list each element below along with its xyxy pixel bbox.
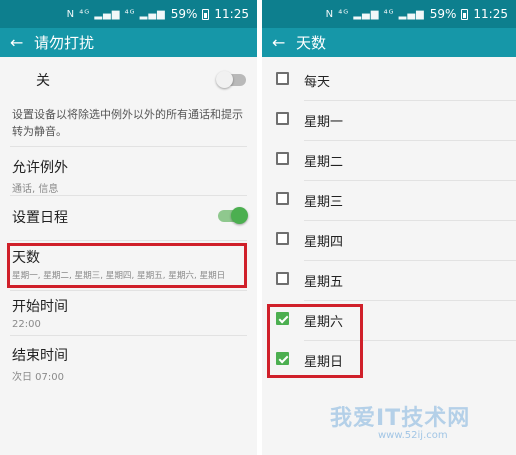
right-screen: N ⁴ᴳ ▂▄▆ ⁴ᴳ ▂▄▆ 59% 11:25 ← 天数 每天 星期一 星期…	[262, 0, 516, 455]
checkbox[interactable]	[276, 232, 289, 245]
day-option-everyday[interactable]: 每天	[262, 61, 516, 101]
left-screen: N ⁴ᴳ ▂▄▆ ⁴ᴳ ▂▄▆ 59% 11:25 ← 请勿打扰 关 设置设备以…	[0, 0, 257, 455]
app-bar: ← 天数	[262, 28, 516, 57]
day-option-monday[interactable]: 星期一	[262, 101, 516, 141]
master-switch-row[interactable]: 关	[36, 70, 245, 90]
end-time-title: 结束时间	[12, 348, 68, 364]
clock: 11:25	[214, 7, 249, 21]
toggle-knob	[231, 207, 248, 224]
divider	[10, 335, 247, 336]
off-label: 关	[36, 73, 50, 89]
divider	[10, 146, 247, 147]
start-time-value: 22:00	[12, 319, 41, 330]
checkbox[interactable]	[276, 72, 289, 85]
allow-exceptions-summary: 通话, 信息	[12, 184, 59, 195]
description-text: 设置设备以将除选中例外以外的所有通话和提示转为静音。	[12, 108, 243, 138]
allow-exceptions-item[interactable]: 允许例外 通话, 信息	[12, 157, 245, 195]
day-label: 星期二	[304, 155, 344, 170]
battery-percent: 59%	[170, 7, 198, 21]
signal-icons: N ⁴ᴳ ▂▄▆ ⁴ᴳ ▂▄▆	[325, 8, 425, 20]
back-arrow-icon[interactable]: ←	[10, 33, 34, 52]
watermark-text: 我爱IT技术网	[330, 406, 471, 431]
start-time-item[interactable]: 开始时间 22:00	[12, 296, 245, 330]
back-arrow-icon[interactable]: ←	[272, 33, 296, 52]
page-title: 天数	[296, 34, 327, 52]
highlight-box-days	[7, 243, 247, 288]
divider	[10, 195, 247, 196]
day-option-thursday[interactable]: 星期四	[262, 221, 516, 261]
checkbox[interactable]	[276, 152, 289, 165]
checkbox[interactable]	[276, 112, 289, 125]
clock: 11:25	[473, 7, 508, 21]
end-time-value: 次日 07:00	[12, 372, 64, 383]
dnd-toggle[interactable]	[216, 71, 246, 88]
watermark-url: www.52ij.com	[378, 430, 448, 441]
status-bar: N ⁴ᴳ ▂▄▆ ⁴ᴳ ▂▄▆ 59% 11:25	[262, 0, 516, 28]
set-schedule-item[interactable]: 设置日程	[12, 207, 245, 227]
battery-icon	[461, 8, 469, 20]
day-label: 星期四	[304, 235, 344, 250]
checkbox[interactable]	[276, 272, 289, 285]
divider	[10, 290, 247, 291]
divider	[10, 240, 247, 241]
day-label: 每天	[304, 75, 331, 90]
day-option-tuesday[interactable]: 星期二	[262, 141, 516, 181]
day-label: 星期一	[304, 115, 344, 130]
end-time-item[interactable]: 结束时间 次日 07:00	[12, 345, 245, 383]
day-option-wednesday[interactable]: 星期三	[262, 181, 516, 221]
schedule-toggle[interactable]	[218, 207, 248, 224]
battery-percent: 59%	[429, 7, 457, 21]
signal-icons: N ⁴ᴳ ▂▄▆ ⁴ᴳ ▂▄▆	[66, 8, 166, 20]
day-label: 星期五	[304, 275, 344, 290]
app-bar: ← 请勿打扰	[0, 28, 257, 57]
status-bar: N ⁴ᴳ ▂▄▆ ⁴ᴳ ▂▄▆ 59% 11:25	[0, 0, 257, 28]
set-schedule-title: 设置日程	[12, 210, 68, 226]
allow-exceptions-title: 允许例外	[12, 160, 68, 176]
battery-icon	[202, 8, 210, 20]
day-option-friday[interactable]: 星期五	[262, 261, 516, 301]
checkbox[interactable]	[276, 192, 289, 205]
toggle-knob	[216, 71, 233, 88]
highlight-box-weekend	[267, 304, 363, 378]
start-time-title: 开始时间	[12, 299, 68, 315]
page-title: 请勿打扰	[34, 34, 95, 52]
day-label: 星期三	[304, 195, 344, 210]
